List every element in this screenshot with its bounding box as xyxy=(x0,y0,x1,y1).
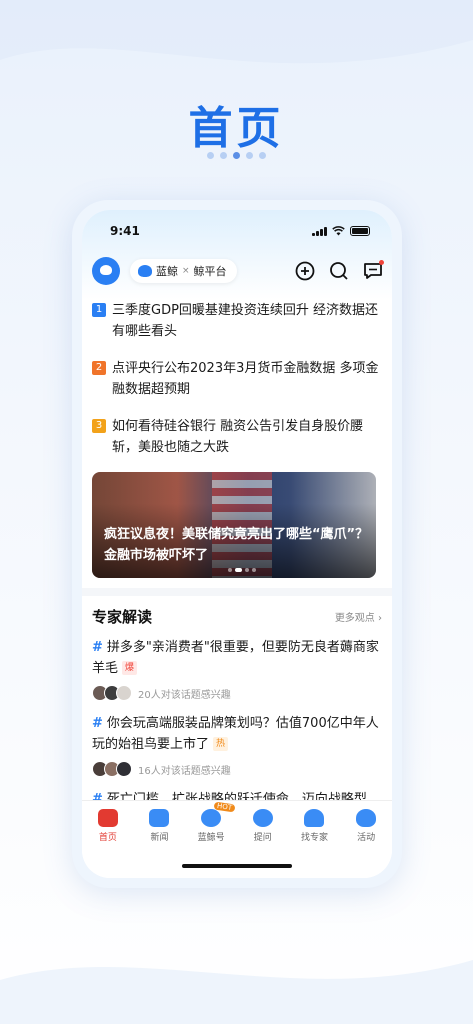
banner-dot xyxy=(228,568,232,572)
phone-screen: 9:41 蓝鲸 × 鲸平台 1 三季度GDP回暖基建投资连续回升 经济数据还有哪… xyxy=(82,210,392,878)
home-indicator xyxy=(182,864,292,868)
banner-dot-active xyxy=(235,568,242,572)
topic-title: # 拼多多"亲消费者"很重要，但要防无良者薅商家羊毛爆 xyxy=(92,637,382,679)
news-icon xyxy=(149,809,170,827)
promo-title: 首页 xyxy=(188,103,285,154)
expert-title: 专家解读 xyxy=(92,608,153,626)
headline-item[interactable]: 1 三季度GDP回暖基建投资连续回升 经济数据还有哪些看头 xyxy=(92,300,382,342)
battery-icon xyxy=(350,226,370,236)
banner-dot xyxy=(245,568,249,572)
topic-interest: 20人对该话题感兴趣 xyxy=(92,685,382,701)
app-bar: 蓝鲸 × 鲸平台 xyxy=(82,254,392,288)
tab-label: 首页 xyxy=(98,833,117,843)
bottom-tab-bar: 首页 新闻 HOT 蓝鲸号 提问 找专家 活动 xyxy=(82,800,392,878)
expert-section: 专家解读 更多观点 › # 拼多多"亲消费者"很重要，但要防无良者薅商家羊毛爆 2… xyxy=(92,606,382,822)
brand-switcher[interactable]: 蓝鲸 × 鲸平台 xyxy=(130,259,237,283)
tab-label: 蓝鲸号 xyxy=(197,833,225,843)
expert-header: 专家解读 更多观点 › xyxy=(92,606,382,627)
tab-label: 提问 xyxy=(253,833,272,843)
home-icon xyxy=(97,809,118,827)
tab-ask[interactable]: 提问 xyxy=(238,809,288,843)
topic-item[interactable]: # 拼多多"亲消费者"很重要，但要防无良者薅商家羊毛爆 20人对该话题感兴趣 xyxy=(92,637,382,701)
topic-text: 你会玩高端服装品牌策划吗？估值700亿中年人玩的始祖鸟要上市了 xyxy=(92,716,379,752)
page-dot xyxy=(246,152,253,159)
tab-list: 首页 新闻 HOT 蓝鲸号 提问 找专家 活动 xyxy=(82,801,392,843)
page-dot xyxy=(259,152,266,159)
tab-whale-account[interactable]: HOT 蓝鲸号 xyxy=(186,801,236,843)
topic-tag: 热 xyxy=(213,737,229,751)
message-icon[interactable] xyxy=(362,260,384,282)
headline-text: 点评央行公布2023年3月货币金融数据 多项金融数据超预期 xyxy=(112,361,379,397)
whale-icon xyxy=(138,265,152,277)
activity-icon xyxy=(356,809,377,827)
topic-title: # 你会玩高端服装品牌策划吗？估值700亿中年人玩的始祖鸟要上市了热 xyxy=(92,713,382,755)
topic-tag: 爆 xyxy=(122,661,138,675)
wifi-icon xyxy=(332,226,345,236)
topic-interest: 16人对该话题感兴趣 xyxy=(92,761,382,777)
add-circle-icon[interactable] xyxy=(294,260,316,282)
interest-count: 16人对该话题感兴趣 xyxy=(138,765,231,777)
avatar-group xyxy=(92,685,132,701)
tab-label: 新闻 xyxy=(150,833,169,843)
tab-find-expert[interactable]: 找专家 xyxy=(289,809,339,843)
status-time: 9:41 xyxy=(110,224,140,238)
phone-frame: 9:41 蓝鲸 × 鲸平台 1 三季度GDP回暖基建投资连续回升 经济数据还有哪… xyxy=(72,200,402,888)
topic-item[interactable]: # 你会玩高端服装品牌策划吗？估值700亿中年人玩的始祖鸟要上市了热 16人对该话… xyxy=(92,713,382,777)
avatar xyxy=(116,685,132,701)
avatar-group xyxy=(92,761,132,777)
rank-badge: 3 xyxy=(92,419,106,433)
expert-icon xyxy=(304,809,325,827)
headline-text: 如何看待硅谷银行 融资公告引发自身股价腰斩，美股也随之大跌 xyxy=(112,419,364,455)
headline-text: 三季度GDP回暖基建投资连续回升 经济数据还有哪些看头 xyxy=(112,303,379,339)
whale-icon xyxy=(201,809,222,827)
tab-label: 找专家 xyxy=(300,833,328,843)
avatar xyxy=(116,761,132,777)
page-indicator xyxy=(0,152,473,159)
page-dot xyxy=(207,152,214,159)
question-icon xyxy=(252,809,273,827)
app-logo[interactable] xyxy=(92,257,120,285)
brand-separator: × xyxy=(182,266,190,276)
tab-news[interactable]: 新闻 xyxy=(134,809,184,843)
status-icons xyxy=(312,226,370,236)
interest-count: 20人对该话题感兴趣 xyxy=(138,689,231,701)
chevron-right-icon: › xyxy=(378,613,382,624)
section-divider xyxy=(82,588,392,596)
banner-dot xyxy=(252,568,256,572)
more-opinions-link[interactable]: 更多观点 › xyxy=(335,609,382,624)
headline-item[interactable]: 3 如何看待硅谷银行 融资公告引发自身股价腰斩，美股也随之大跌 xyxy=(92,416,382,458)
more-opinions-label: 更多观点 xyxy=(334,613,375,624)
tab-label: 活动 xyxy=(357,833,376,843)
hashtag-icon: # xyxy=(92,716,103,731)
brand-partner: 鲸平台 xyxy=(193,265,227,278)
banner-headline: 疯狂议息夜！美联储究竟亮出了哪些“鹰爪”？金融市场被吓坏了 xyxy=(104,527,369,563)
search-icon[interactable] xyxy=(328,260,350,282)
hashtag-icon: # xyxy=(92,640,103,655)
rank-badge: 1 xyxy=(92,303,106,317)
status-bar: 9:41 xyxy=(82,224,392,242)
tab-home[interactable]: 首页 xyxy=(83,809,133,843)
app-actions xyxy=(294,260,384,282)
page-dot xyxy=(220,152,227,159)
page-dot-active xyxy=(233,152,240,159)
headline-item[interactable]: 2 点评央行公布2023年3月货币金融数据 多项金融数据超预期 xyxy=(92,358,382,400)
brand-main: 蓝鲸 xyxy=(156,265,178,278)
tab-activity[interactable]: 活动 xyxy=(341,809,391,843)
rank-badge: 2 xyxy=(92,361,106,375)
news-banner[interactable]: 疯狂议息夜！美联储究竟亮出了哪些“鹰爪”？金融市场被吓坏了 xyxy=(92,472,376,578)
banner-pager xyxy=(228,568,256,572)
hot-headlines: 1 三季度GDP回暖基建投资连续回升 经济数据还有哪些看头 2 点评央行公布20… xyxy=(92,300,382,474)
unread-badge xyxy=(379,260,384,265)
signal-icon xyxy=(312,226,327,236)
